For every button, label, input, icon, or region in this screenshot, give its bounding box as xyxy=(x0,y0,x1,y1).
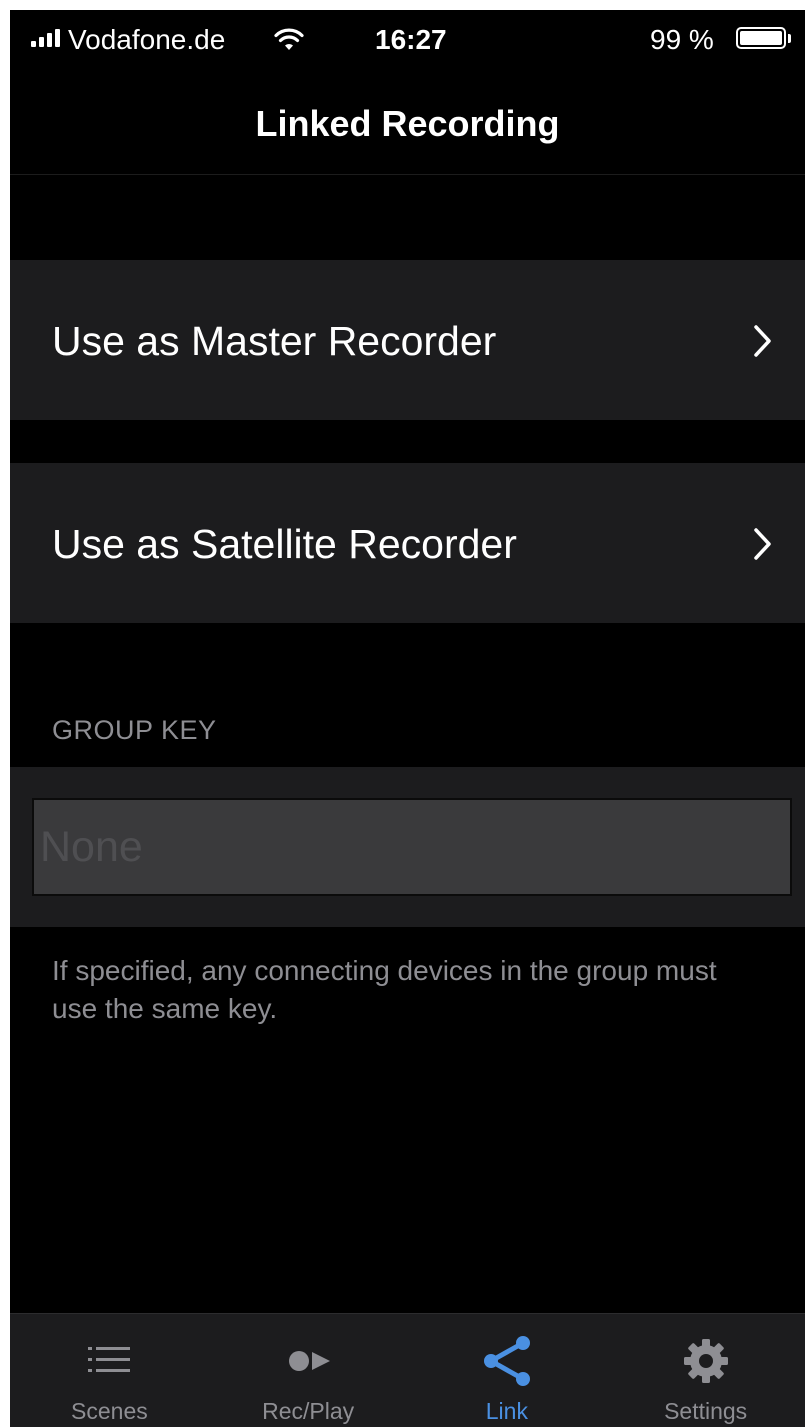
tab-link-label: Link xyxy=(485,1398,528,1424)
battery-tip xyxy=(788,34,791,43)
satellite-recorder-label: Use as Satellite Recorder xyxy=(52,521,517,567)
tab-settings[interactable]: Settings xyxy=(606,1314,805,1427)
group-key-cell xyxy=(10,767,805,927)
tab-settings-label: Settings xyxy=(664,1398,748,1424)
record-play-icon xyxy=(289,1351,331,1371)
battery-icon xyxy=(736,27,786,49)
app-screen: Vodafone.de 16:27 99 % Linked Recording … xyxy=(10,10,805,1427)
master-recorder-row[interactable]: Use as Master Recorder xyxy=(10,260,805,420)
battery-percentage: 99 % xyxy=(650,24,714,55)
satellite-recorder-row[interactable]: Use as Satellite Recorder xyxy=(10,463,805,623)
list-icon xyxy=(88,1347,131,1372)
tab-bar: Scenes Rec/Play Link Settings xyxy=(10,1313,805,1427)
group-key-header: GROUP KEY xyxy=(52,715,217,745)
tab-rec-play-label: Rec/Play xyxy=(262,1398,355,1424)
tab-rec-play[interactable]: Rec/Play xyxy=(209,1314,408,1427)
tab-scenes-label: Scenes xyxy=(71,1398,148,1424)
navigation-bar: Linked Recording xyxy=(10,72,805,175)
chevron-right-icon xyxy=(754,325,771,357)
tab-link[interactable]: Link xyxy=(408,1314,607,1427)
carrier-name: Vodafone.de xyxy=(68,24,226,55)
share-link-icon xyxy=(483,1336,530,1386)
signal-strength-icon xyxy=(31,29,60,47)
page-title: Linked Recording xyxy=(255,103,560,144)
master-recorder-label: Use as Master Recorder xyxy=(52,318,497,364)
group-key-input[interactable] xyxy=(32,798,792,896)
clock: 16:27 xyxy=(375,24,447,55)
battery-level-fill xyxy=(740,31,782,45)
tab-scenes[interactable]: Scenes xyxy=(10,1314,209,1427)
wifi-icon xyxy=(274,28,304,50)
gear-icon xyxy=(683,1339,728,1383)
group-key-footnote: If specified, any connecting devices in … xyxy=(52,955,717,1024)
status-bar: Vodafone.de 16:27 99 % xyxy=(10,10,805,72)
chevron-right-icon xyxy=(754,528,771,560)
